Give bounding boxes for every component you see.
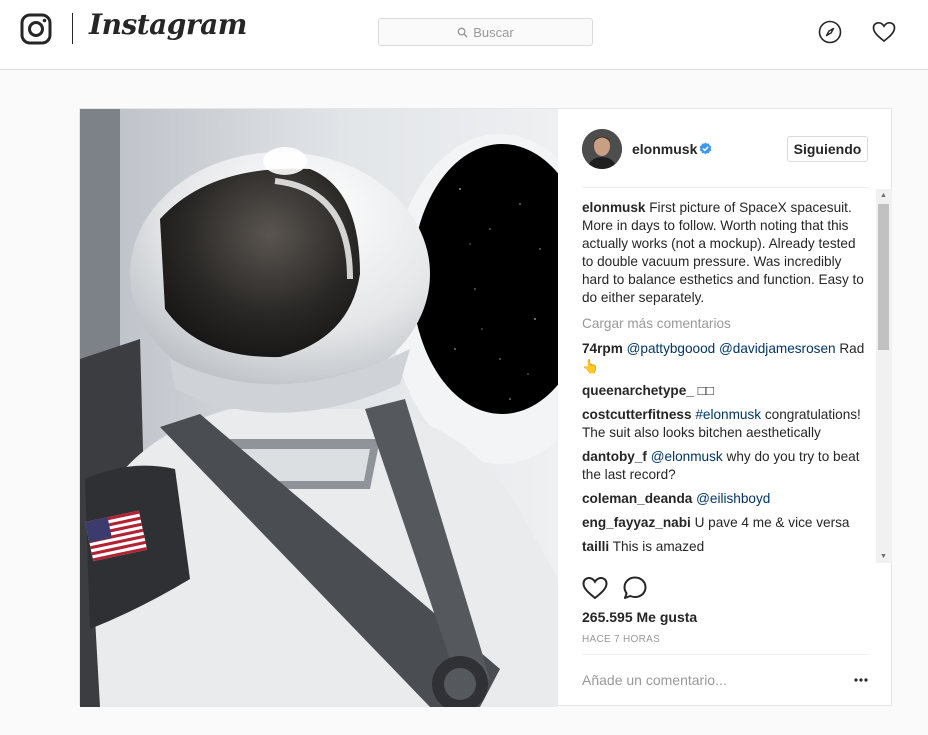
spacesuit-photo (80, 109, 558, 707)
post-sidebar: elonmusk Siguiendo elonmusk First pictur… (558, 109, 893, 707)
instagram-wordmark[interactable]: Instagram (89, 8, 247, 41)
likes-count[interactable]: 265.595 Me gusta (582, 609, 697, 625)
comment-item: coleman_deanda @eilishboyd (582, 490, 869, 508)
top-navigation-bar: Instagram Buscar (0, 0, 928, 70)
search-placeholder: Buscar (473, 24, 514, 40)
instagram-glyph-icon[interactable] (20, 13, 52, 45)
comment-username[interactable]: eng_fayyaz_nabi (582, 515, 691, 530)
comment-text: U pave 4 me & vice versa (694, 515, 850, 530)
scrollbar-thumb[interactable] (878, 204, 889, 350)
caption-text: First picture of SpaceX spacesuit. More … (582, 200, 864, 305)
scroll-up-arrow-icon[interactable]: ▲ (880, 192, 887, 199)
comment-mentions[interactable]: @eilishboyd (696, 491, 770, 506)
comment-item: 74rpm @pattybgoood @davidjamesrosen Rad … (582, 340, 869, 376)
caption: elonmusk First picture of SpaceX spacesu… (582, 199, 869, 307)
comment-username[interactable]: tailli (582, 539, 609, 554)
post-timestamp[interactable]: HACE 7 HORAS (582, 634, 660, 645)
post-header: elonmusk Siguiendo (558, 109, 893, 187)
comment-item: eng_fayyaz_nabi U pave 4 me & vice versa (582, 514, 869, 532)
logo-divider (72, 13, 73, 44)
comment-text: □□ (697, 383, 715, 398)
header-divider (582, 187, 869, 188)
comment-item: dantoby_f @elonmusk why do you try to be… (582, 448, 869, 484)
search-icon (457, 27, 468, 38)
comment-text: This is amazed (612, 539, 705, 554)
comment-mentions[interactable]: #elonmusk (695, 407, 761, 422)
caption-username[interactable]: elonmusk (582, 200, 645, 215)
comment-username[interactable]: coleman_deanda (582, 491, 692, 506)
more-options-icon[interactable] (854, 677, 868, 683)
comment-item: queenarchetype_ □□ (582, 382, 869, 400)
add-comment-field[interactable]: Añade un comentario... (582, 672, 727, 688)
compass-icon[interactable] (818, 20, 842, 44)
comments-list[interactable]: elonmusk First picture of SpaceX spacesu… (582, 199, 869, 563)
author-username[interactable]: elonmusk (632, 141, 697, 157)
post-photo[interactable] (80, 109, 558, 707)
comment-bubble-icon[interactable] (622, 575, 648, 601)
comments-scrollbar[interactable]: ▲ ▼ (876, 189, 892, 563)
comment-mentions[interactable]: @elonmusk (651, 449, 723, 464)
comment-username[interactable]: dantoby_f (582, 449, 647, 464)
verified-badge-icon (699, 142, 712, 155)
following-button[interactable]: Siguiendo (787, 136, 868, 162)
heart-icon[interactable] (872, 20, 896, 44)
avatar-image (582, 129, 622, 169)
comment-username[interactable]: queenarchetype_ (582, 383, 694, 398)
comment-item: costcutterfitness #elonmusk congratulati… (582, 406, 869, 442)
comment-mentions[interactable]: @pattybgoood @davidjamesrosen (627, 341, 836, 356)
comment-item: tailli This is amazed (582, 538, 869, 556)
comment-divider (582, 654, 869, 655)
load-more-comments-link[interactable]: Cargar más comentarios (582, 315, 869, 333)
search-input[interactable]: Buscar (378, 18, 593, 46)
post-card: elonmusk Siguiendo elonmusk First pictur… (79, 108, 893, 707)
scroll-down-arrow-icon[interactable]: ▼ (880, 553, 887, 560)
avatar[interactable] (582, 129, 622, 169)
comment-username[interactable]: 74rpm (582, 341, 623, 356)
like-heart-icon[interactable] (582, 575, 608, 601)
comment-username[interactable]: costcutterfitness (582, 407, 692, 422)
